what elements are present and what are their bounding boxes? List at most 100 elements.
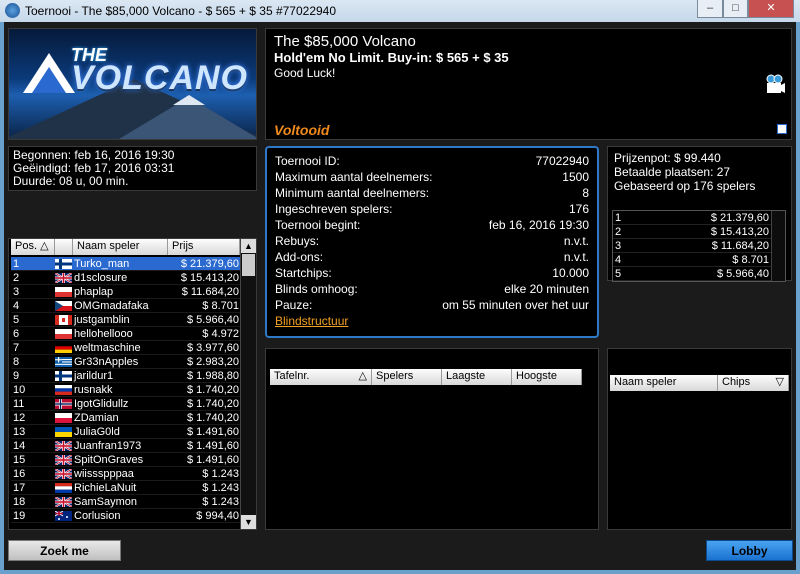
country-flag-icon bbox=[55, 413, 72, 423]
player-position: 11 bbox=[13, 398, 25, 410]
close-button[interactable]: ✕ bbox=[748, 0, 794, 18]
column-header-players[interactable]: Spelers bbox=[372, 369, 442, 385]
player-row[interactable]: 14 Juanfran1973 $ 1.491,60 bbox=[11, 439, 240, 453]
player-row[interactable]: 7 weltmaschine $ 3.977,60 bbox=[11, 341, 240, 355]
column-header-highest[interactable]: Hoogste bbox=[512, 369, 582, 385]
player-prize: $ 1.491,60 bbox=[187, 426, 239, 438]
sort-asc-icon: △ bbox=[358, 370, 367, 382]
player-name: SpitOnGraves bbox=[74, 454, 144, 466]
column-header-lowest[interactable]: Laagste bbox=[442, 369, 512, 385]
column-header-pos[interactable]: Pos. △ bbox=[11, 239, 55, 255]
player-prize: $ 1.243 bbox=[202, 496, 239, 508]
player-prize: $ 1.740,20 bbox=[187, 398, 239, 410]
player-row[interactable]: 5 justgamblin $ 5.966,40 bbox=[11, 313, 240, 327]
column-header-chips[interactable]: Chips ▽ bbox=[718, 375, 789, 391]
scroll-down-icon[interactable]: ▼ bbox=[241, 515, 256, 529]
player-prize: $ 1.740,20 bbox=[187, 384, 239, 396]
column-header-name[interactable]: Naam speler bbox=[73, 239, 168, 255]
info-label: Startchips: bbox=[275, 266, 332, 280]
info-row: Rebuys: n.v.t. bbox=[275, 233, 589, 249]
player-row[interactable]: 9 jarildur1 $ 1.988,80 bbox=[11, 369, 240, 383]
info-row: Pauze: om 55 minuten over het uur bbox=[275, 297, 589, 313]
player-name: Turko_man bbox=[74, 258, 130, 270]
info-row: Startchips: 10.000 bbox=[275, 265, 589, 281]
player-name: rusnakk bbox=[74, 384, 113, 396]
country-flag-icon bbox=[55, 315, 72, 325]
player-row[interactable]: 1 Turko_man $ 21.379,60 bbox=[11, 257, 240, 271]
info-row: Maximum aantal deelnemers: 1500 bbox=[275, 169, 589, 185]
player-row[interactable]: 2 d1sclosure $ 15.413,20 bbox=[11, 271, 240, 285]
players-panel: Pos. △ Naam speler Prijs 1 Turko_man $ 2… bbox=[8, 238, 257, 530]
info-label: Add-ons: bbox=[275, 250, 324, 264]
info-label: Toernooi begint: bbox=[275, 218, 361, 232]
find-me-button[interactable]: Zoek me bbox=[8, 540, 121, 561]
player-prize: $ 15.413,20 bbox=[180, 272, 239, 284]
sort-desc-icon: ▽ bbox=[775, 376, 784, 388]
player-row[interactable]: 15 SpitOnGraves $ 1.491,60 bbox=[11, 453, 240, 467]
country-flag-icon bbox=[55, 469, 72, 479]
player-row[interactable]: 13 JuliaG0ld $ 1.491,60 bbox=[11, 425, 240, 439]
paid-places: Betaalde plaatsen: 27 bbox=[614, 165, 731, 179]
player-row[interactable]: 11 IgotGlidullz $ 1.740,20 bbox=[11, 397, 240, 411]
country-flag-icon bbox=[55, 301, 72, 311]
player-row[interactable]: 12 ZDamian $ 1.740,20 bbox=[11, 411, 240, 425]
info-row: Toernooi begint: feb 16, 2016 19:30 bbox=[275, 217, 589, 233]
title-bar: Toernooi - The $85,000 Volcano - $ 565 +… bbox=[0, 0, 800, 22]
country-flag-icon bbox=[55, 483, 72, 493]
info-value: elke 20 minuten bbox=[504, 282, 589, 296]
player-prize: $ 1.740,20 bbox=[187, 412, 239, 424]
player-prize: $ 3.977,60 bbox=[187, 342, 239, 354]
info-row: Minimum aantal deelnemers: 8 bbox=[275, 185, 589, 201]
player-row[interactable]: 16 wiissspppaa $ 1.243 bbox=[11, 467, 240, 481]
maximize-button[interactable]: □ bbox=[723, 0, 748, 18]
blind-structure-link[interactable]: Blindstructuur bbox=[275, 313, 589, 329]
scroll-thumb[interactable] bbox=[242, 254, 255, 276]
info-label: Toernooi ID: bbox=[275, 154, 340, 168]
app-icon bbox=[5, 3, 20, 18]
column-header-prize[interactable]: Prijs bbox=[168, 239, 240, 255]
info-value: n.v.t. bbox=[563, 250, 589, 264]
stats-icon[interactable] bbox=[777, 124, 787, 134]
tournament-info-panel: Toernooi ID: 77022940 Maximum aantal deeln… bbox=[265, 146, 599, 338]
welcome-message: Good Luck! bbox=[274, 66, 336, 80]
player-position: 1 bbox=[13, 258, 20, 270]
player-row[interactable]: 18 SamSaymon $ 1.243 bbox=[11, 495, 240, 509]
player-name: phaplap bbox=[74, 286, 114, 298]
dates-panel: Begonnen: feb 16, 2016 19:30 Geëindigd: … bbox=[8, 146, 257, 191]
column-header-player-name[interactable]: Naam speler bbox=[610, 375, 718, 391]
info-value: 1500 bbox=[562, 170, 589, 184]
player-row[interactable]: 17 RichieLaNuit $ 1.243 bbox=[11, 481, 240, 495]
prize-scrollbar[interactable] bbox=[771, 211, 785, 281]
duration: Duurde: 08 u, 00 min. bbox=[13, 174, 129, 188]
player-position: 13 bbox=[13, 426, 26, 438]
prize-amount: $ 5.966,40 bbox=[717, 268, 769, 280]
player-row[interactable]: 8 Gr33nApples $ 2.983,20 bbox=[11, 355, 240, 369]
lobby-button[interactable]: Lobby bbox=[706, 540, 793, 561]
player-name: justgamblin bbox=[74, 314, 130, 326]
player-prize: $ 4.972 bbox=[202, 328, 239, 340]
column-header-table[interactable]: Tafelnr. △ bbox=[270, 369, 372, 385]
tables-panel: Tafelnr. △ Spelers Laagste Hoogste bbox=[265, 348, 599, 530]
player-row[interactable]: 4 OMGmadafaka $ 8.701 bbox=[11, 299, 240, 313]
player-row[interactable]: 6 hellohellooo $ 4.972 bbox=[11, 327, 240, 341]
volcano-banner: THE VOLCANO bbox=[8, 28, 257, 140]
scroll-up-icon[interactable]: ▲ bbox=[241, 239, 256, 253]
player-position: 16 bbox=[13, 468, 26, 480]
player-position: 5 bbox=[13, 314, 20, 326]
video-camera-icon[interactable] bbox=[765, 73, 785, 97]
country-flag-icon bbox=[55, 343, 72, 353]
players-scrollbar[interactable]: ▲ ▼ bbox=[240, 239, 256, 529]
player-row[interactable]: 19 Corlusion $ 994,40 bbox=[11, 509, 240, 523]
column-header-flag[interactable] bbox=[55, 239, 73, 255]
player-position: 10 bbox=[13, 384, 26, 396]
minimize-button[interactable]: – bbox=[697, 0, 723, 18]
player-row[interactable]: 3 phaplap $ 11.684,20 bbox=[11, 285, 240, 299]
country-flag-icon bbox=[55, 357, 72, 367]
player-position: 8 bbox=[13, 356, 20, 368]
game-type: Hold'em No Limit. Buy-in: $ 565 + $ 35 bbox=[274, 50, 509, 65]
player-row[interactable]: 10 rusnakk $ 1.740,20 bbox=[11, 383, 240, 397]
country-flag-icon bbox=[55, 441, 72, 451]
player-name: wiissspppaa bbox=[74, 468, 134, 480]
player-name: OMGmadafaka bbox=[74, 300, 149, 312]
tournament-window: THE VOLCANO The $85,000 Volcano Hold'em … bbox=[4, 22, 796, 570]
